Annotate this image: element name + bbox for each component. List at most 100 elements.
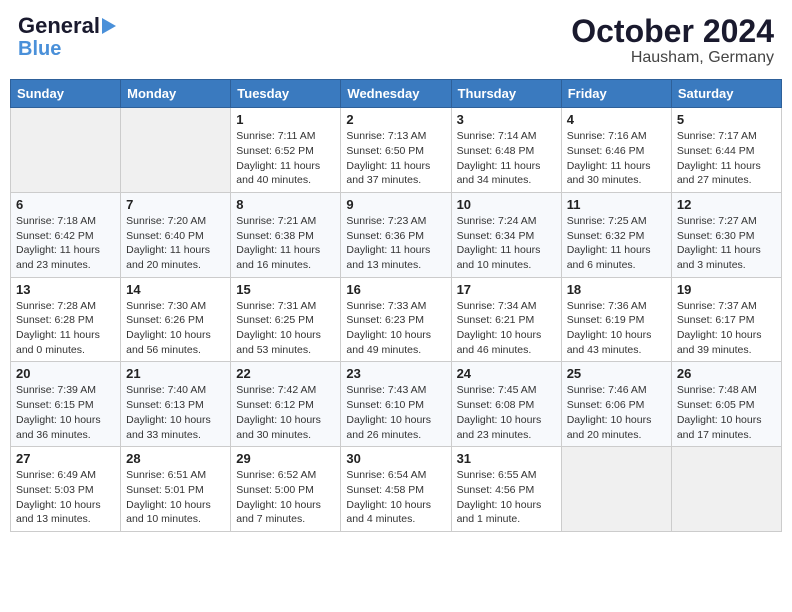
day-info: Sunrise: 7:36 AMSunset: 6:19 PMDaylight:… bbox=[567, 299, 666, 358]
day-number: 4 bbox=[567, 112, 666, 127]
day-number: 17 bbox=[457, 282, 556, 297]
weekday-header-row: SundayMondayTuesdayWednesdayThursdayFrid… bbox=[11, 80, 782, 108]
day-number: 22 bbox=[236, 366, 335, 381]
calendar-cell bbox=[11, 108, 121, 193]
weekday-header-sunday: Sunday bbox=[11, 80, 121, 108]
logo-arrow-icon bbox=[102, 18, 116, 34]
calendar-cell: 15 Sunrise: 7:31 AMSunset: 6:25 PMDayligh… bbox=[231, 277, 341, 362]
day-info: Sunrise: 7:43 AMSunset: 6:10 PMDaylight:… bbox=[346, 383, 445, 442]
weekday-header-thursday: Thursday bbox=[451, 80, 561, 108]
calendar-cell: 13 Sunrise: 7:28 AMSunset: 6:28 PMDayligh… bbox=[11, 277, 121, 362]
day-info: Sunrise: 7:48 AMSunset: 6:05 PMDaylight:… bbox=[677, 383, 776, 442]
day-info: Sunrise: 7:27 AMSunset: 6:30 PMDaylight:… bbox=[677, 214, 776, 273]
calendar-week-row: 1 Sunrise: 7:11 AMSunset: 6:52 PMDaylight… bbox=[11, 108, 782, 193]
day-number: 27 bbox=[16, 451, 115, 466]
day-info: Sunrise: 6:49 AMSunset: 5:03 PMDaylight:… bbox=[16, 468, 115, 527]
day-info: Sunrise: 6:55 AMSunset: 4:56 PMDaylight:… bbox=[457, 468, 556, 527]
day-info: Sunrise: 7:28 AMSunset: 6:28 PMDaylight:… bbox=[16, 299, 115, 358]
day-number: 6 bbox=[16, 197, 115, 212]
weekday-header-tuesday: Tuesday bbox=[231, 80, 341, 108]
day-number: 9 bbox=[346, 197, 445, 212]
location-subtitle: Hausham, Germany bbox=[571, 49, 774, 67]
day-number: 28 bbox=[126, 451, 225, 466]
calendar-cell: 4 Sunrise: 7:16 AMSunset: 6:46 PMDaylight… bbox=[561, 108, 671, 193]
calendar-cell: 8 Sunrise: 7:21 AMSunset: 6:38 PMDaylight… bbox=[231, 192, 341, 277]
day-number: 25 bbox=[567, 366, 666, 381]
day-info: Sunrise: 7:33 AMSunset: 6:23 PMDaylight:… bbox=[346, 299, 445, 358]
day-info: Sunrise: 7:45 AMSunset: 6:08 PMDaylight:… bbox=[457, 383, 556, 442]
day-number: 18 bbox=[567, 282, 666, 297]
calendar-cell: 6Sunrise: 7:18 AMSunset: 6:42 PMDaylight… bbox=[11, 192, 121, 277]
day-number: 29 bbox=[236, 451, 335, 466]
day-info: Sunrise: 6:52 AMSunset: 5:00 PMDaylight:… bbox=[236, 468, 335, 527]
day-info: Sunrise: 7:20 AMSunset: 6:40 PMDaylight:… bbox=[126, 214, 225, 273]
day-info: Sunrise: 7:31 AMSunset: 6:25 PMDaylight:… bbox=[236, 299, 335, 358]
calendar-week-row: 6Sunrise: 7:18 AMSunset: 6:42 PMDaylight… bbox=[11, 192, 782, 277]
day-number: 12 bbox=[677, 197, 776, 212]
day-info: Sunrise: 7:42 AMSunset: 6:12 PMDaylight:… bbox=[236, 383, 335, 442]
calendar-cell: 1 Sunrise: 7:11 AMSunset: 6:52 PMDaylight… bbox=[231, 108, 341, 193]
day-info: Sunrise: 7:46 AMSunset: 6:06 PMDaylight:… bbox=[567, 383, 666, 442]
day-info: Sunrise: 7:30 AMSunset: 6:26 PMDaylight:… bbox=[126, 299, 225, 358]
calendar-cell: 22 Sunrise: 7:42 AMSunset: 6:12 PMDayligh… bbox=[231, 362, 341, 447]
day-info: Sunrise: 7:21 AMSunset: 6:38 PMDaylight:… bbox=[236, 214, 335, 273]
calendar-cell: 20 Sunrise: 7:39 AMSunset: 6:15 PMDayligh… bbox=[11, 362, 121, 447]
calendar-cell bbox=[671, 447, 781, 532]
day-info: Sunrise: 7:39 AMSunset: 6:15 PMDaylight:… bbox=[16, 383, 115, 442]
day-info: Sunrise: 7:13 AMSunset: 6:50 PMDaylight:… bbox=[346, 129, 445, 188]
calendar-cell: 2 Sunrise: 7:13 AMSunset: 6:50 PMDaylight… bbox=[341, 108, 451, 193]
calendar-cell: 16 Sunrise: 7:33 AMSunset: 6:23 PMDayligh… bbox=[341, 277, 451, 362]
day-number: 13 bbox=[16, 282, 115, 297]
month-year-title: October 2024 bbox=[571, 14, 774, 49]
calendar-cell: 30Sunrise: 6:54 AMSunset: 4:58 PMDayligh… bbox=[341, 447, 451, 532]
day-info: Sunrise: 7:14 AMSunset: 6:48 PMDaylight:… bbox=[457, 129, 556, 188]
day-number: 1 bbox=[236, 112, 335, 127]
calendar-week-row: 27 Sunrise: 6:49 AMSunset: 5:03 PMDayligh… bbox=[11, 447, 782, 532]
day-number: 7 bbox=[126, 197, 225, 212]
day-info: Sunrise: 7:34 AMSunset: 6:21 PMDaylight:… bbox=[457, 299, 556, 358]
calendar-week-row: 20 Sunrise: 7:39 AMSunset: 6:15 PMDayligh… bbox=[11, 362, 782, 447]
calendar-cell: 7 Sunrise: 7:20 AMSunset: 6:40 PMDaylight… bbox=[121, 192, 231, 277]
weekday-header-saturday: Saturday bbox=[671, 80, 781, 108]
weekday-header-friday: Friday bbox=[561, 80, 671, 108]
weekday-header-monday: Monday bbox=[121, 80, 231, 108]
day-info: Sunrise: 7:37 AMSunset: 6:17 PMDaylight:… bbox=[677, 299, 776, 358]
day-number: 15 bbox=[236, 282, 335, 297]
calendar-cell: 25 Sunrise: 7:46 AMSunset: 6:06 PMDayligh… bbox=[561, 362, 671, 447]
calendar-cell: 19Sunrise: 7:37 AMSunset: 6:17 PMDayligh… bbox=[671, 277, 781, 362]
day-info: Sunrise: 7:24 AMSunset: 6:34 PMDaylight:… bbox=[457, 214, 556, 273]
day-info: Sunrise: 7:16 AMSunset: 6:46 PMDaylight:… bbox=[567, 129, 666, 188]
calendar-cell: 21 Sunrise: 7:40 AMSunset: 6:13 PMDayligh… bbox=[121, 362, 231, 447]
day-number: 31 bbox=[457, 451, 556, 466]
day-number: 21 bbox=[126, 366, 225, 381]
calendar-cell: 10Sunrise: 7:24 AMSunset: 6:34 PMDayligh… bbox=[451, 192, 561, 277]
day-info: Sunrise: 7:40 AMSunset: 6:13 PMDaylight:… bbox=[126, 383, 225, 442]
calendar-cell: 9Sunrise: 7:23 AMSunset: 6:36 PMDaylight… bbox=[341, 192, 451, 277]
calendar-cell: 27 Sunrise: 6:49 AMSunset: 5:03 PMDayligh… bbox=[11, 447, 121, 532]
calendar-cell: 11Sunrise: 7:25 AMSunset: 6:32 PMDayligh… bbox=[561, 192, 671, 277]
logo: General Blue bbox=[18, 14, 116, 60]
calendar-week-row: 13 Sunrise: 7:28 AMSunset: 6:28 PMDayligh… bbox=[11, 277, 782, 362]
day-number: 2 bbox=[346, 112, 445, 127]
day-number: 30 bbox=[346, 451, 445, 466]
calendar-cell: 14Sunrise: 7:30 AMSunset: 6:26 PMDayligh… bbox=[121, 277, 231, 362]
day-number: 20 bbox=[16, 366, 115, 381]
calendar-table: SundayMondayTuesdayWednesdayThursdayFrid… bbox=[10, 79, 782, 532]
calendar-cell: 18 Sunrise: 7:36 AMSunset: 6:19 PMDayligh… bbox=[561, 277, 671, 362]
day-number: 23 bbox=[346, 366, 445, 381]
day-number: 16 bbox=[346, 282, 445, 297]
day-info: Sunrise: 7:11 AMSunset: 6:52 PMDaylight:… bbox=[236, 129, 335, 188]
calendar-cell: 12 Sunrise: 7:27 AMSunset: 6:30 PMDayligh… bbox=[671, 192, 781, 277]
calendar-cell: 5Sunrise: 7:17 AMSunset: 6:44 PMDaylight… bbox=[671, 108, 781, 193]
calendar-cell: 26Sunrise: 7:48 AMSunset: 6:05 PMDayligh… bbox=[671, 362, 781, 447]
calendar-cell: 23 Sunrise: 7:43 AMSunset: 6:10 PMDayligh… bbox=[341, 362, 451, 447]
logo-text: General bbox=[18, 14, 100, 38]
calendar-cell: 3 Sunrise: 7:14 AMSunset: 6:48 PMDaylight… bbox=[451, 108, 561, 193]
day-number: 24 bbox=[457, 366, 556, 381]
day-number: 8 bbox=[236, 197, 335, 212]
calendar-cell: 29 Sunrise: 6:52 AMSunset: 5:00 PMDayligh… bbox=[231, 447, 341, 532]
day-number: 3 bbox=[457, 112, 556, 127]
day-number: 5 bbox=[677, 112, 776, 127]
day-info: Sunrise: 7:25 AMSunset: 6:32 PMDaylight:… bbox=[567, 214, 666, 273]
calendar-cell: 17 Sunrise: 7:34 AMSunset: 6:21 PMDayligh… bbox=[451, 277, 561, 362]
